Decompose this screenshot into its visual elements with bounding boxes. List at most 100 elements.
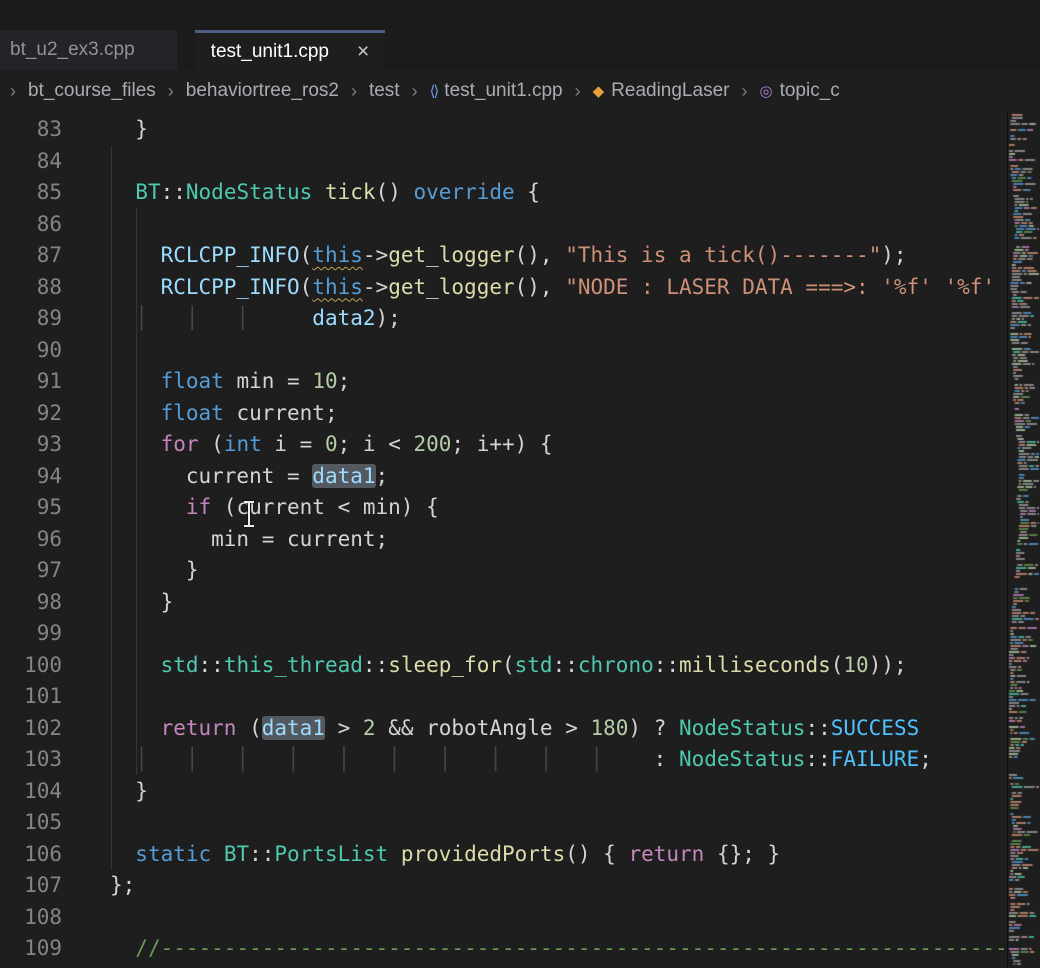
code-line[interactable]: 95 if (current < min) { xyxy=(0,492,1040,524)
code-line[interactable]: 96 min = current; xyxy=(0,524,1040,556)
code-line[interactable]: 92 float current; xyxy=(0,398,1040,430)
line-number[interactable]: 106 xyxy=(0,839,62,871)
code-line[interactable]: 102 return (data1 > 2 && robotAngle > 18… xyxy=(0,713,1040,745)
code-token: "This is a tick()-------" xyxy=(565,243,881,267)
code-line[interactable]: 94 current = data1; xyxy=(0,461,1040,493)
code-token: } xyxy=(110,590,173,614)
code-line[interactable]: 100 std::this_thread::sleep_for(std::chr… xyxy=(0,650,1040,682)
code-text: //--------------------------------------… xyxy=(110,933,1040,965)
code-line[interactable]: 93 for (int i = 0; i < 200; i++) { xyxy=(0,429,1040,461)
line-number[interactable]: 85 xyxy=(0,177,62,209)
line-number[interactable]: 90 xyxy=(0,335,62,367)
line-number[interactable]: 91 xyxy=(0,366,62,398)
titlebar xyxy=(0,0,1040,30)
line-number[interactable]: 100 xyxy=(0,650,62,682)
code-line[interactable]: 90 xyxy=(0,335,1040,367)
field-symbol-icon: ◎ xyxy=(759,84,772,99)
editor-pane[interactable]: 83 }8485 BT::NodeStatus tick() override … xyxy=(0,112,1040,968)
line-number[interactable]: 99 xyxy=(0,618,62,650)
line-number[interactable]: 105 xyxy=(0,807,62,839)
code-token: 10 xyxy=(312,369,337,393)
code-token: ); xyxy=(881,243,906,267)
code-text: │ │ │ │ │ │ │ │ │ │ : NodeStatus::FAILUR… xyxy=(110,744,932,776)
line-number[interactable]: 109 xyxy=(0,933,62,965)
breadcrumb-item-test[interactable]: test xyxy=(369,80,400,102)
code-token: data1 xyxy=(312,464,375,488)
line-number[interactable]: 98 xyxy=(0,587,62,619)
code-line[interactable]: 109 //----------------------------------… xyxy=(0,933,1040,965)
breadcrumb-item-ReadingLaser[interactable]: ◆ ReadingLaser xyxy=(593,80,730,102)
line-number[interactable]: 94 xyxy=(0,461,62,493)
code-token xyxy=(110,495,186,519)
code-line[interactable]: 98 } xyxy=(0,587,1040,619)
code-line[interactable]: 83 } xyxy=(0,114,1040,146)
code-token: "NODE : LASER DATA ===>: '%f' '%f' xyxy=(565,275,995,299)
breadcrumb-item-behaviortree_ros2[interactable]: behaviortree_ros2 xyxy=(186,80,339,102)
code-token xyxy=(110,369,161,393)
code-line[interactable]: 91 float min = 10; xyxy=(0,366,1040,398)
minimap[interactable] xyxy=(1007,112,1040,968)
line-number[interactable]: 89 xyxy=(0,303,62,335)
code-line[interactable]: 84 xyxy=(0,146,1040,178)
code-line[interactable]: 108 xyxy=(0,902,1040,934)
code-token xyxy=(110,275,161,299)
code-token: int xyxy=(224,432,262,456)
line-number[interactable]: 83 xyxy=(0,114,62,146)
line-number[interactable]: 86 xyxy=(0,209,62,241)
line-number[interactable]: 97 xyxy=(0,555,62,587)
code-line[interactable]: 103 │ │ │ │ │ │ │ │ │ │ : NodeStatus::FA… xyxy=(0,744,1040,776)
code-line[interactable]: 89 │ │ │ data2); xyxy=(0,303,1040,335)
code-text: } xyxy=(110,555,199,587)
line-number[interactable]: 84 xyxy=(0,146,62,178)
code-line[interactable]: 87 RCLCPP_INFO(this->get_logger(), "This… xyxy=(0,240,1040,272)
code-token: :: xyxy=(654,653,679,677)
line-number[interactable]: 108 xyxy=(0,902,62,934)
line-number[interactable]: 87 xyxy=(0,240,62,272)
code-token xyxy=(110,432,161,456)
code-token: )); xyxy=(869,653,907,677)
line-number[interactable]: 101 xyxy=(0,681,62,713)
chevron-right-icon: › xyxy=(412,81,418,102)
code-token xyxy=(110,716,161,740)
line-number[interactable]: 102 xyxy=(0,713,62,745)
line-number[interactable]: 93 xyxy=(0,429,62,461)
code-token: ; i < xyxy=(338,432,414,456)
code-line[interactable]: 101 xyxy=(0,681,1040,713)
code-line[interactable]: 85 BT::NodeStatus tick() override { xyxy=(0,177,1040,209)
code-text: current = data1; xyxy=(110,461,388,493)
breadcrumb-label: test_unit1.cpp xyxy=(444,80,562,102)
code-line[interactable]: 99 xyxy=(0,618,1040,650)
line-number[interactable]: 104 xyxy=(0,776,62,808)
code-token: > xyxy=(325,716,363,740)
code-token: get_logger xyxy=(388,243,514,267)
cpp-file-icon: ⟨⟩ xyxy=(430,84,438,99)
line-number[interactable]: 88 xyxy=(0,272,62,304)
code-token: } xyxy=(110,117,148,141)
code-line[interactable]: 104 } xyxy=(0,776,1040,808)
code-line[interactable]: 105 xyxy=(0,807,1040,839)
breadcrumb-item-test_unit1-cpp[interactable]: ⟨⟩ test_unit1.cpp xyxy=(430,80,563,102)
code-token: 10 xyxy=(843,653,868,677)
line-number[interactable]: 95 xyxy=(0,492,62,524)
line-number[interactable]: 92 xyxy=(0,398,62,430)
text-ibeam-cursor xyxy=(244,501,254,527)
code-token: RCLCPP_INFO xyxy=(161,275,300,299)
close-icon[interactable]: × xyxy=(357,41,369,62)
code-line[interactable]: 97 } xyxy=(0,555,1040,587)
code-line[interactable]: 86 xyxy=(0,209,1040,241)
code-line[interactable]: 88 RCLCPP_INFO(this->get_logger(), "NODE… xyxy=(0,272,1040,304)
line-number[interactable]: 96 xyxy=(0,524,62,556)
tab-test_unit1[interactable]: test_unit1.cpp × xyxy=(195,30,386,70)
breadcrumb-item-topic[interactable]: ◎ topic_c xyxy=(759,80,839,102)
code-line[interactable]: 106 static BT::PortsList providedPorts()… xyxy=(0,839,1040,871)
line-number[interactable]: 103 xyxy=(0,744,62,776)
code-token: ( xyxy=(236,716,261,740)
code-token: return xyxy=(161,716,237,740)
breadcrumb-item-bt_course_files[interactable]: bt_course_files xyxy=(28,80,156,102)
code-token: //--------------------------------------… xyxy=(135,936,1040,960)
tab-bt_u2_ex3[interactable]: bt_u2_ex3.cpp xyxy=(0,30,177,70)
code-text: BT::NodeStatus tick() override { xyxy=(110,177,540,209)
code-line[interactable]: 107}; xyxy=(0,870,1040,902)
line-number[interactable]: 107 xyxy=(0,870,62,902)
code-token: ); xyxy=(376,306,401,330)
